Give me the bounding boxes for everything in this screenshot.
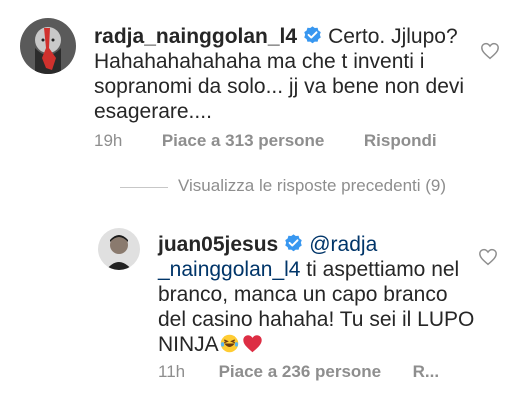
like-heart-icon[interactable] xyxy=(478,248,498,266)
man-portrait-avatar-icon xyxy=(98,228,140,270)
avatar-juan[interactable] xyxy=(98,228,140,270)
verified-badge-icon xyxy=(283,233,304,254)
likes-count[interactable]: Piace a 313 persone xyxy=(162,131,325,150)
like-heart-icon[interactable] xyxy=(480,42,500,60)
laughing-emoji-icon xyxy=(219,333,240,354)
view-replies-label[interactable]: Visualizza le risposte precedenti (9) xyxy=(178,176,446,196)
reply-body: juan05jesus @radja _nainggolan_l4 ti aspe… xyxy=(158,232,476,357)
reply-meta: 11h Piace a 236 persone R... xyxy=(158,362,439,382)
replies-divider-line xyxy=(120,187,168,188)
username-juan[interactable]: juan05jesus xyxy=(158,233,278,256)
comment-body: radja_nainggolan_l4 Certo. Jjlupo? Hahaha… xyxy=(94,24,474,124)
username-radja[interactable]: radja_nainggolan_l4 xyxy=(94,25,297,48)
verified-badge-icon xyxy=(302,25,323,46)
comment-time: 19h xyxy=(94,131,123,150)
reply-time: 11h xyxy=(158,362,186,381)
reply-likes-count[interactable]: Piace a 236 persone xyxy=(219,362,382,381)
comment-meta: 19h Piace a 313 persone Rispondi xyxy=(94,131,437,151)
avatar-radja[interactable] xyxy=(20,18,76,74)
red-heart-emoji-icon xyxy=(242,333,263,354)
bearded-man-red-art-avatar-icon xyxy=(20,18,76,74)
reply-button[interactable]: Rispondi xyxy=(364,131,437,150)
reply-reply-button[interactable]: R... xyxy=(413,362,439,381)
